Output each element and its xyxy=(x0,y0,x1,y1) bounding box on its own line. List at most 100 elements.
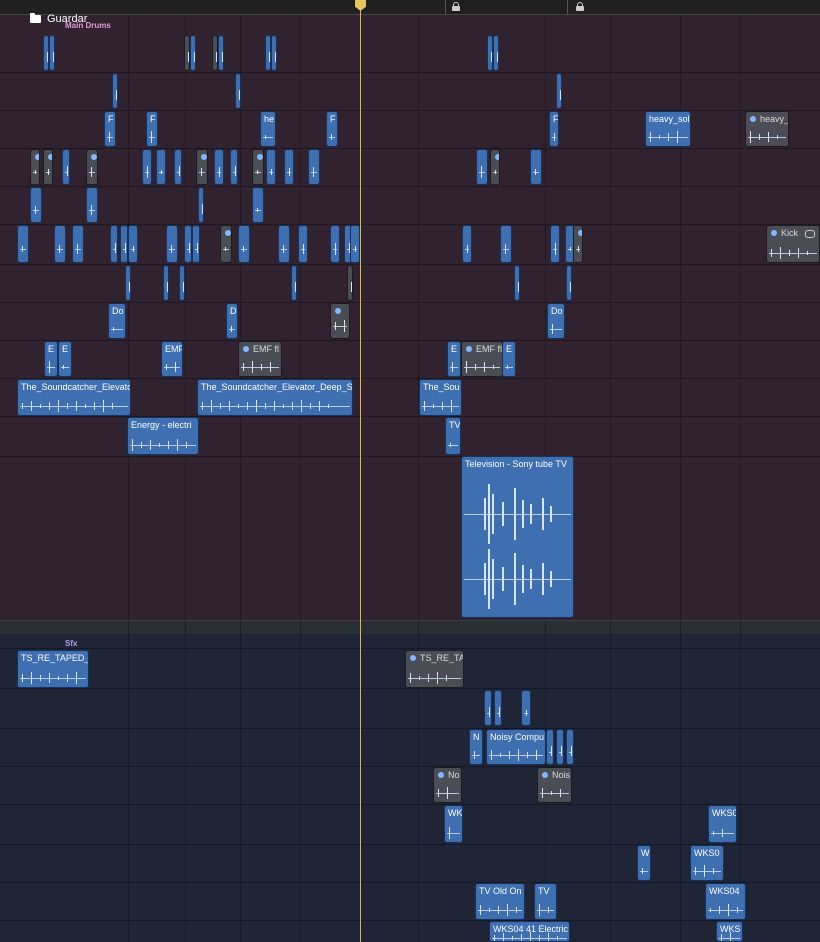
muted-region[interactable] xyxy=(252,149,264,185)
region-e[interactable]: E xyxy=(447,341,461,377)
audio-region[interactable] xyxy=(218,35,224,71)
audio-region[interactable] xyxy=(521,690,531,726)
audio-region[interactable] xyxy=(493,35,499,71)
region-f[interactable]: F xyxy=(326,111,338,147)
region-tv[interactable]: TV xyxy=(534,883,557,920)
region-nois[interactable]: Nois xyxy=(537,767,572,803)
audio-region[interactable] xyxy=(500,225,512,263)
region-tv[interactable]: TV xyxy=(445,417,461,455)
audio-region[interactable] xyxy=(238,225,250,263)
muted-region[interactable] xyxy=(43,149,53,185)
region-ts-ta[interactable]: TS_RE_TA xyxy=(405,650,464,688)
muted-region[interactable] xyxy=(30,149,40,185)
audio-region[interactable] xyxy=(546,729,554,765)
audio-region[interactable] xyxy=(230,149,238,185)
region-ts-taped[interactable]: TS_RE_TAPED_6 xyxy=(17,650,89,688)
muted-region[interactable] xyxy=(573,225,583,263)
region-wks[interactable]: WKS xyxy=(716,921,743,942)
region-d[interactable]: D xyxy=(226,303,238,339)
audio-region[interactable] xyxy=(350,225,360,263)
region-wks0[interactable]: WKS0 xyxy=(690,845,724,881)
region-wk[interactable]: WK xyxy=(444,805,463,843)
region-wks04[interactable]: WKS04 xyxy=(705,883,746,920)
region-tv-old-on[interactable]: TV Old On xyxy=(475,883,525,920)
region-wks04-41[interactable]: WKS04 41 Electric xyxy=(489,921,570,942)
audio-region[interactable] xyxy=(62,149,70,185)
audio-region[interactable] xyxy=(184,225,192,263)
audio-region[interactable] xyxy=(566,729,574,765)
audio-region[interactable] xyxy=(166,225,178,263)
region-do[interactable]: Do xyxy=(547,303,565,339)
region-emf[interactable]: EMF xyxy=(161,341,183,377)
audio-region[interactable] xyxy=(128,225,138,263)
region-kick[interactable]: Kick xyxy=(766,225,820,263)
audio-region[interactable] xyxy=(192,225,200,263)
audio-region[interactable] xyxy=(235,73,241,109)
region-f[interactable]: F xyxy=(104,111,116,147)
region-soundcatcher-1[interactable]: The_Soundcatcher_Elevato xyxy=(17,379,131,416)
region-he[interactable]: he xyxy=(260,111,276,147)
audio-region[interactable] xyxy=(278,225,290,263)
audio-region[interactable] xyxy=(54,225,66,263)
audio-region[interactable] xyxy=(72,225,84,263)
audio-region[interactable] xyxy=(214,149,224,185)
region-emf-fl[interactable]: EMF fl xyxy=(461,341,503,377)
audio-region[interactable] xyxy=(156,149,166,185)
track-name-main-drums[interactable]: Main Drums xyxy=(65,21,111,30)
audio-region[interactable] xyxy=(179,265,185,301)
audio-region[interactable] xyxy=(330,225,340,263)
audio-region[interactable] xyxy=(110,225,118,263)
audio-region[interactable] xyxy=(163,265,169,301)
region-f[interactable]: F xyxy=(549,111,559,147)
audio-region[interactable] xyxy=(30,187,42,223)
audio-region[interactable] xyxy=(530,149,542,185)
audio-region[interactable] xyxy=(556,73,562,109)
audio-region[interactable] xyxy=(190,35,196,71)
playhead[interactable] xyxy=(360,0,361,942)
audio-region[interactable] xyxy=(291,265,297,301)
timeline-ruler[interactable] xyxy=(0,0,820,15)
region-heavy-muted[interactable]: heavy_ xyxy=(745,111,789,147)
audio-region[interactable] xyxy=(484,690,492,726)
audio-region[interactable] xyxy=(142,149,152,185)
lock-icon[interactable] xyxy=(452,2,460,11)
region-energy[interactable]: Energy - electri xyxy=(127,417,199,455)
audio-region[interactable] xyxy=(298,225,308,263)
audio-region[interactable] xyxy=(550,225,560,263)
muted-region[interactable] xyxy=(220,225,232,263)
region-the-sou[interactable]: The_Sou xyxy=(419,379,462,416)
audio-region[interactable] xyxy=(566,265,572,301)
muted-region[interactable] xyxy=(196,149,208,185)
lock-icon[interactable] xyxy=(576,2,584,11)
region-noisy-compu[interactable]: Noisy Compu xyxy=(486,729,546,765)
audio-region[interactable] xyxy=(125,265,131,301)
muted-region[interactable] xyxy=(86,149,98,185)
region-television[interactable]: Television - Sony tube TV xyxy=(461,456,574,618)
region-e[interactable]: E xyxy=(58,341,72,377)
audio-region[interactable] xyxy=(284,149,294,185)
audio-region[interactable] xyxy=(174,149,182,185)
muted-region[interactable] xyxy=(490,149,500,185)
region-w[interactable]: W xyxy=(637,845,651,881)
audio-region[interactable] xyxy=(514,265,520,301)
track-name-sfx[interactable]: Sfx xyxy=(65,639,77,648)
audio-region[interactable] xyxy=(308,149,320,185)
region-heavy-soli[interactable]: heavy_soli xyxy=(645,111,691,147)
audio-region[interactable] xyxy=(86,187,98,223)
audio-region[interactable] xyxy=(494,690,502,726)
audio-region[interactable] xyxy=(252,187,264,223)
audio-region[interactable] xyxy=(112,73,118,109)
region-wks0[interactable]: WKS0 xyxy=(708,805,737,843)
audio-region[interactable] xyxy=(266,149,276,185)
audio-region[interactable] xyxy=(556,729,564,765)
muted-region[interactable] xyxy=(330,303,350,339)
audio-region[interactable] xyxy=(476,149,488,185)
audio-region[interactable] xyxy=(198,187,204,223)
region-e[interactable]: E xyxy=(44,341,58,377)
audio-region[interactable] xyxy=(271,35,277,71)
audio-region[interactable] xyxy=(462,225,472,263)
audio-region[interactable] xyxy=(120,225,128,263)
region-n[interactable]: N xyxy=(469,729,483,765)
arrange-area[interactable]: Guardar Main Drums Sfx F Fhe F Fheavy_soli h… xyxy=(0,0,820,942)
region-do[interactable]: Do xyxy=(108,303,126,339)
